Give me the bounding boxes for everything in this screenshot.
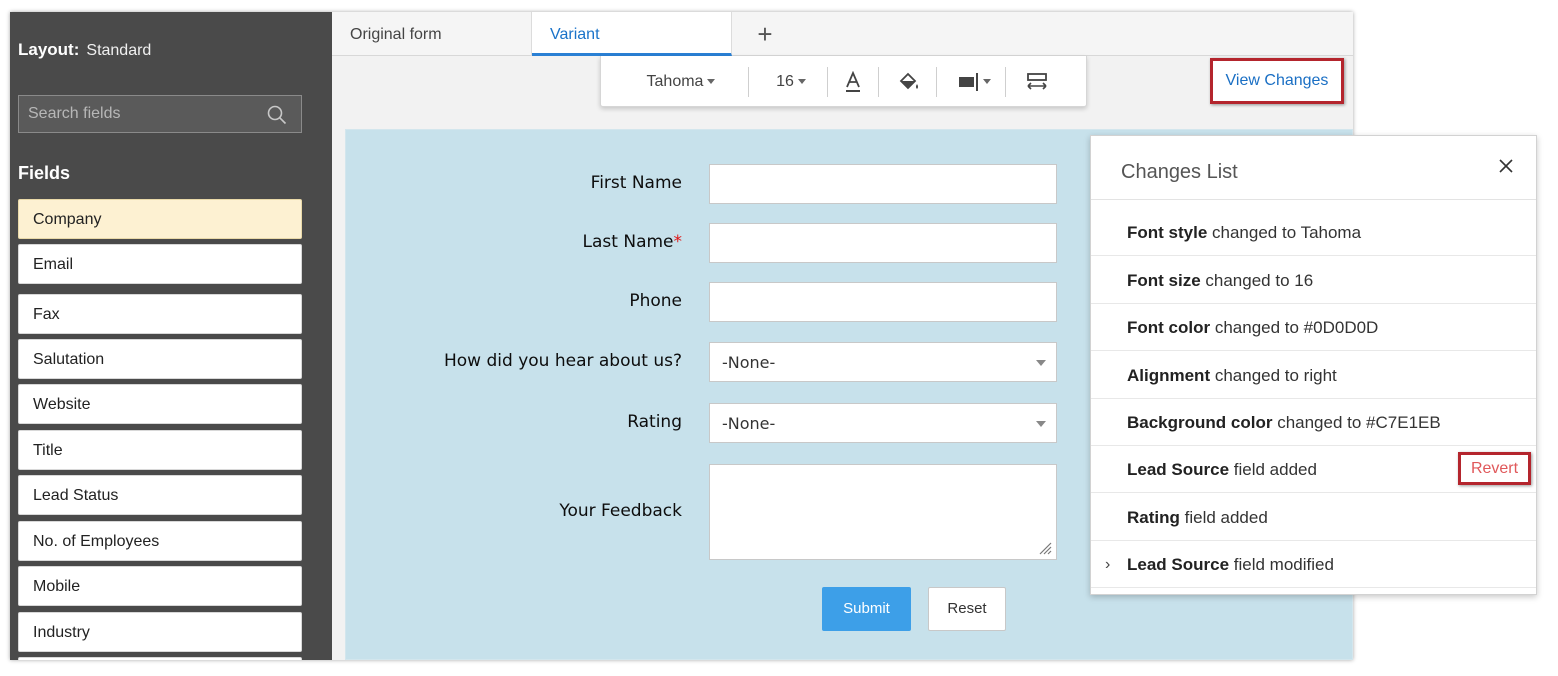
change-item-detail: field modified xyxy=(1229,555,1334,574)
dropdown-arrow-icon xyxy=(1036,421,1046,427)
change-item-subject: Rating xyxy=(1127,508,1180,527)
toolbar-divider xyxy=(1005,67,1006,97)
toolbar-divider xyxy=(936,67,937,97)
view-changes-button[interactable]: View Changes xyxy=(1210,58,1344,104)
field-item-salutation[interactable]: Salutation xyxy=(18,339,302,379)
change-item-subject: Lead Source xyxy=(1127,555,1230,574)
dropdown-arrow-icon xyxy=(1036,360,1046,366)
change-item-subject: Alignment xyxy=(1127,366,1211,385)
field-item-mobile[interactable]: Mobile xyxy=(18,566,302,606)
add-tab-button[interactable]: + xyxy=(752,20,778,48)
rating-value: -None- xyxy=(722,414,776,433)
hear-about-label: How did you hear about us? xyxy=(444,351,682,371)
sidebar: Layout: Standard Fields Company Email Fax… xyxy=(10,12,332,660)
chevron-down-icon xyxy=(983,79,991,85)
toolbar-divider xyxy=(878,67,879,97)
field-item-industry[interactable]: Industry xyxy=(18,612,302,652)
change-item-subject: Font color xyxy=(1127,318,1211,337)
font-family-value: Tahoma xyxy=(646,73,704,90)
revert-button[interactable]: Revert xyxy=(1458,452,1531,485)
toolbar-divider xyxy=(827,67,828,97)
change-item-detail: changed to right xyxy=(1210,366,1337,385)
tab-variant[interactable]: Variant xyxy=(532,12,732,56)
resize-grip-icon[interactable] xyxy=(1038,541,1052,555)
change-item-detail: changed to Tahoma xyxy=(1207,223,1362,242)
change-item-detail: changed to 16 xyxy=(1200,271,1314,290)
chevron-right-icon[interactable]: › xyxy=(1105,541,1110,588)
font-size-dropdown[interactable]: 16 xyxy=(751,56,831,107)
change-item-subject: Font size xyxy=(1127,271,1201,290)
field-item-fax[interactable]: Fax xyxy=(18,294,302,334)
field-item-employees[interactable]: No. of Employees xyxy=(18,521,302,561)
font-size-value: 16 xyxy=(776,73,794,90)
change-item-detail: field added xyxy=(1229,460,1317,479)
chevron-down-icon xyxy=(797,79,806,85)
field-width-button[interactable] xyxy=(1015,56,1059,107)
change-item-detail: changed to #0D0D0D xyxy=(1210,318,1379,337)
change-item-detail: field added xyxy=(1179,508,1268,527)
format-toolbar: Tahoma 16 xyxy=(600,56,1087,107)
field-item-title[interactable]: Title xyxy=(18,430,302,470)
changes-list-panel: Changes List Font style changed to Tahom… xyxy=(1090,135,1537,595)
field-item-partial[interactable] xyxy=(18,657,302,660)
fill-color-button[interactable] xyxy=(887,56,931,107)
change-item: Background color changed to #C7E1EB xyxy=(1091,399,1536,446)
layout-label: Layout: xyxy=(18,40,80,59)
align-right-icon xyxy=(959,72,978,91)
last-name-label: Last Name* xyxy=(583,232,682,252)
last-name-label-text: Last Name xyxy=(582,232,674,252)
search-fields-input[interactable] xyxy=(19,96,259,132)
changes-list-title: Changes List xyxy=(1121,161,1238,183)
search-icon[interactable] xyxy=(267,105,287,125)
phone-label: Phone xyxy=(629,291,682,311)
field-item-website[interactable]: Website xyxy=(18,384,302,424)
field-item-company[interactable]: Company xyxy=(18,199,302,239)
feedback-textarea[interactable] xyxy=(709,464,1057,560)
change-item-subject: Lead Source xyxy=(1127,460,1230,479)
change-item: Font color changed to #0D0D0D xyxy=(1091,304,1536,351)
rating-select[interactable]: -None- xyxy=(709,403,1057,443)
chevron-down-icon xyxy=(707,79,716,85)
last-name-field[interactable] xyxy=(709,223,1057,263)
field-item-email[interactable]: Email xyxy=(18,244,302,284)
header-divider xyxy=(1091,199,1536,200)
change-item: Font size changed to 16 xyxy=(1091,257,1536,304)
alignment-dropdown[interactable] xyxy=(944,56,1004,107)
change-item-subject: Background color xyxy=(1127,413,1273,432)
font-color-button[interactable] xyxy=(833,56,873,107)
fields-heading: Fields xyxy=(18,163,71,183)
phone-field[interactable] xyxy=(709,282,1057,322)
layout-selector[interactable]: Layout: Standard xyxy=(18,40,151,60)
toolbar-divider xyxy=(748,67,749,97)
font-color-icon xyxy=(846,70,860,92)
change-item-expandable[interactable]: › Lead Source field modified xyxy=(1091,541,1536,588)
feedback-label: Your Feedback xyxy=(559,501,682,521)
tab-bar: Original form Variant + xyxy=(332,12,1353,56)
change-item-detail: changed to #C7E1EB xyxy=(1272,413,1441,432)
change-item: Alignment changed to right xyxy=(1091,352,1536,399)
layout-value[interactable]: Standard xyxy=(86,42,151,59)
hear-about-select[interactable]: -None- xyxy=(709,342,1057,382)
tab-original-form[interactable]: Original form xyxy=(332,12,532,56)
required-marker: * xyxy=(673,232,683,252)
first-name-field[interactable] xyxy=(709,164,1057,204)
change-item: Rating field added xyxy=(1091,494,1536,541)
paint-bucket-icon xyxy=(899,72,918,90)
reset-button[interactable]: Reset xyxy=(928,587,1006,631)
close-icon[interactable] xyxy=(1498,158,1514,174)
change-item-subject: Font style xyxy=(1127,223,1208,242)
change-item: Font style changed to Tahoma xyxy=(1091,209,1536,256)
hear-about-value: -None- xyxy=(722,353,776,372)
rating-label: Rating xyxy=(627,412,682,432)
search-fields-box[interactable] xyxy=(18,95,302,133)
submit-button[interactable]: Submit xyxy=(822,587,911,631)
resize-width-icon xyxy=(1027,72,1047,90)
font-family-dropdown[interactable]: Tahoma xyxy=(619,56,743,107)
first-name-label: First Name xyxy=(590,173,682,193)
field-item-lead-status[interactable]: Lead Status xyxy=(18,475,302,515)
